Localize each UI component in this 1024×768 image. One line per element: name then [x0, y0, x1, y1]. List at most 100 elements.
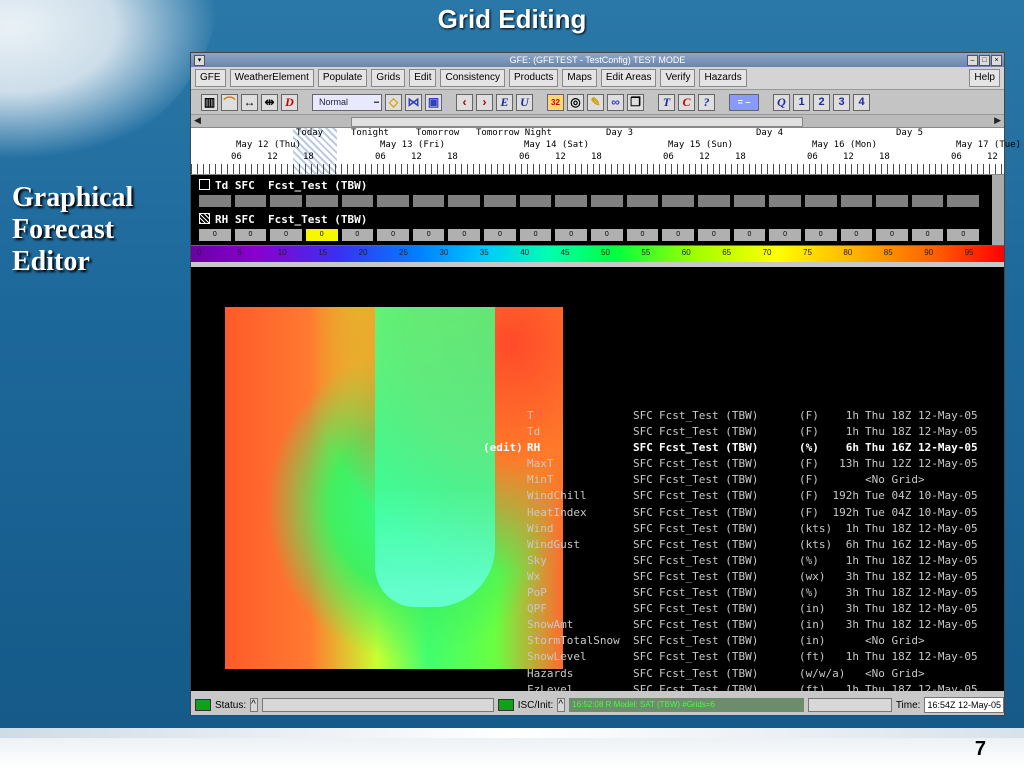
save-disk-icon[interactable]: ▣ [425, 93, 442, 111]
grid-cell[interactable]: 0 [947, 229, 980, 241]
grid-cell[interactable] [911, 195, 944, 207]
grid-cell[interactable]: 0 [234, 229, 267, 241]
equals-button[interactable]: = – [729, 93, 759, 111]
grid-cell[interactable]: 0 [412, 229, 445, 241]
color-bar[interactable]: 0 5 10 15 20 25 30 35 40 45 50 55 60 65 70 75 80 85 90 95 [191, 246, 1004, 262]
grid-cell[interactable] [591, 195, 623, 207]
grid-cell[interactable]: 0 [662, 229, 694, 241]
grid-cell[interactable] [448, 195, 481, 207]
grid-cell[interactable] [519, 195, 552, 207]
grid-cell[interactable] [341, 195, 374, 207]
grid-cell[interactable]: 0 [626, 229, 659, 241]
grid-cell[interactable]: 0 [804, 229, 837, 241]
legend-row[interactable]: MaxT SFC Fcst_Test (TBW) (F) 13h Thu 12Z 12-M… [487, 457, 1004, 473]
window-menu-icon[interactable]: ▾ [194, 55, 205, 66]
grid-cell[interactable]: 0 [305, 229, 338, 241]
shrink-icon[interactable]: ⇹ [261, 93, 278, 111]
grid-cell[interactable] [484, 195, 516, 207]
grid-cell[interactable] [305, 195, 338, 207]
grid-cell[interactable]: 0 [270, 229, 302, 241]
hatched-checkbox-icon[interactable] [199, 213, 210, 224]
grid-cell[interactable]: 0 [591, 229, 623, 241]
period-label[interactable]: Day 4 [756, 128, 783, 138]
pencil-icon[interactable]: ✎ [587, 93, 604, 111]
step-forward-icon[interactable]: › [476, 93, 493, 111]
period-label[interactable]: Tomorrow [416, 128, 459, 138]
isc-caret[interactable]: ^ [557, 698, 566, 712]
grid-cell[interactable] [377, 195, 409, 207]
legend-row[interactable]: PoP SFC Fcst_Test (TBW) (%) 3h Thu 18Z 12-May… [487, 586, 1004, 602]
menu-gfe[interactable]: GFE [195, 69, 226, 87]
grid-row-rh[interactable]: RH SFC Fcst_Test (TBW) [199, 213, 367, 226]
grid-cell[interactable]: 0 [911, 229, 944, 241]
legend-row[interactable]: (edit) RH SFC Fcst_Test (TBW) (%) 6h Thu 16Z 1… [483, 441, 1004, 457]
link-icon[interactable]: ∞ [607, 93, 624, 111]
grid-manager[interactable]: Td SFC Fcst_Test (TBW) RH SFC Fcst_Test … [191, 175, 1004, 246]
grid-cell[interactable]: 0 [199, 229, 231, 241]
t-tool-button[interactable]: T [658, 93, 675, 111]
grid-cell[interactable]: 0 [840, 229, 873, 241]
isc-extra-field[interactable] [807, 698, 892, 712]
menu-hazards[interactable]: Hazards [699, 69, 747, 87]
grid-cell[interactable] [947, 195, 980, 207]
step-back-icon[interactable]: ‹ [456, 93, 473, 111]
edit-mode-select[interactable]: Normal [312, 93, 382, 111]
grid-cell[interactable]: 0 [341, 229, 374, 241]
c-tool-button[interactable]: C [678, 93, 695, 111]
isc-message[interactable]: 16:52:08 R Model: SAT (TBW) #Grids=6 [569, 698, 804, 712]
grid-cell[interactable] [733, 195, 766, 207]
checkbox-icon[interactable] [199, 179, 210, 190]
minimize-icon[interactable]: – [967, 55, 978, 66]
contour-icon[interactable]: ⌒ [221, 93, 238, 111]
grid-cell[interactable]: 0 [448, 229, 481, 241]
grid-cell[interactable]: 0 [484, 229, 516, 241]
menu-weatherelement[interactable]: WeatherElement [229, 69, 314, 87]
close-icon[interactable]: × [991, 55, 1002, 66]
q-tool-button[interactable]: Q [773, 93, 790, 111]
diamond-icon[interactable]: ◇ [385, 93, 402, 111]
pane-toggle-icon[interactable]: ▥ [201, 93, 218, 111]
grid-cell[interactable] [555, 195, 588, 207]
grid-cell[interactable] [876, 195, 908, 207]
pane-4-button[interactable]: 4 [853, 93, 870, 111]
time-scale[interactable]: Today Tonight Tomorrow Tomorrow Night Day 3 D… [191, 128, 1021, 175]
menu-edit[interactable]: Edit [409, 69, 437, 87]
smooth-32-button[interactable]: 32 [547, 93, 564, 111]
scroll-thumb[interactable] [351, 117, 803, 127]
menu-verify[interactable]: Verify [660, 69, 696, 87]
grid-cell[interactable] [199, 195, 231, 207]
grid-manager-scrollbar[interactable] [992, 175, 1004, 245]
menu-populate[interactable]: Populate [317, 69, 368, 87]
timescale-scrollbar[interactable]: ◀ ▶ [191, 115, 1004, 128]
grid-cell[interactable]: 0 [697, 229, 730, 241]
maximize-icon[interactable]: □ [979, 55, 990, 66]
legend-row[interactable]: T SFC Fcst_Test (TBW) (F) 1h Thu 18Z 12-May-0… [487, 409, 1004, 425]
grid-cell[interactable] [270, 195, 302, 207]
legend-row[interactable]: QPF SFC Fcst_Test (TBW) (in) 3h Thu 18Z 12-Ma… [487, 602, 1004, 618]
status-caret[interactable]: ^ [250, 698, 259, 712]
period-label[interactable]: Tonight [351, 128, 389, 138]
legend-row[interactable]: Sky SFC Fcst_Test (TBW) (%) 1h Thu 18Z 12-May… [487, 554, 1004, 570]
pane-1-button[interactable]: 1 [793, 93, 810, 111]
grid-cell[interactable] [840, 195, 873, 207]
grid-cell[interactable] [662, 195, 694, 207]
legend-row[interactable]: SnowLevel SFC Fcst_Test (TBW) (ft) 1h Thu 18Z… [487, 650, 1004, 666]
menu-edit-areas[interactable]: Edit Areas [600, 69, 657, 87]
legend-row[interactable]: StormTotalSnow SFC Fcst_Test (TBW) (in) <No … [487, 634, 1004, 650]
target-icon[interactable]: ◎ [567, 93, 584, 111]
grid-row-td[interactable]: Td SFC Fcst_Test (TBW) [199, 179, 367, 192]
status-field[interactable] [262, 698, 494, 712]
bow-tie-icon[interactable]: ⋈ [405, 93, 422, 111]
period-label[interactable]: Tomorrow Night [476, 128, 552, 138]
pane-3-button[interactable]: 3 [833, 93, 850, 111]
period-label[interactable]: Day 3 [606, 128, 633, 138]
legend-row[interactable]: SnowAmt SFC Fcst_Test (TBW) (in) 3h Thu 18Z 1… [487, 618, 1004, 634]
grid-cell[interactable]: 0 [769, 229, 801, 241]
grid-cell[interactable]: 0 [555, 229, 588, 241]
period-label[interactable]: Day 5 [896, 128, 923, 138]
menu-products[interactable]: Products [508, 69, 559, 87]
legend-row[interactable]: FzLevel SFC Fcst_Test (TBW) (ft) 1h Thu 18Z 1… [487, 683, 1004, 691]
menu-help[interactable]: Help [969, 69, 1000, 87]
menu-maps[interactable]: Maps [562, 69, 597, 87]
grid-cell[interactable] [769, 195, 801, 207]
